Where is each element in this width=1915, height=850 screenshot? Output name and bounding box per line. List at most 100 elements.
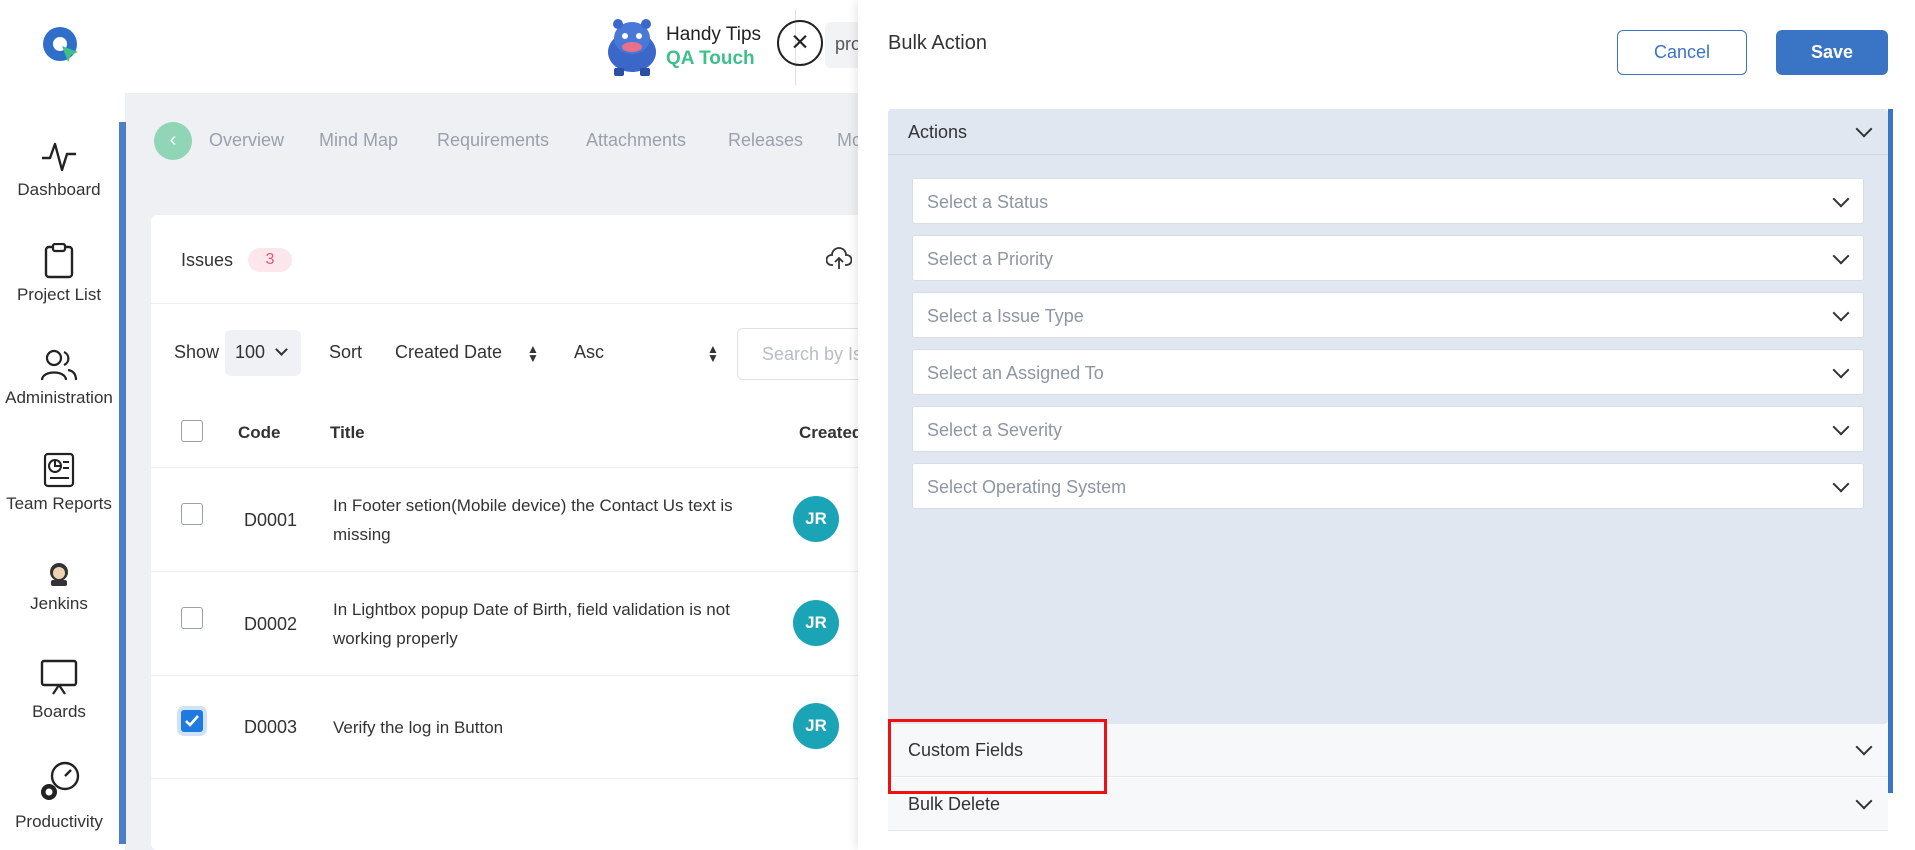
sidebar-item-label: Boards [32, 702, 86, 721]
issue-title[interactable]: In Lightbox popup Date of Birth, field v… [333, 595, 773, 653]
handy-tips-subtitle: QA Touch [666, 48, 755, 69]
page-size-value: 100 [235, 342, 266, 362]
column-header-code[interactable]: Code [238, 423, 281, 443]
issues-heading: Issues [181, 250, 234, 270]
divider [151, 778, 871, 779]
actions-section: Actions Select a Status Select a Priorit… [888, 109, 1888, 724]
tab-overview[interactable]: Overview [209, 130, 284, 151]
check-icon [185, 715, 199, 727]
save-button[interactable]: Save [1776, 30, 1888, 75]
tab-requirements[interactable]: Requirements [437, 130, 549, 151]
sidebar-item-productivity[interactable]: Productivity [0, 760, 118, 832]
row-checkbox-checked[interactable] [181, 710, 203, 732]
sidebar-item-project-list[interactable]: Project List [0, 243, 118, 305]
status-select[interactable]: Select a Status [912, 178, 1864, 224]
divider [151, 303, 871, 304]
chevron-down-icon [1832, 247, 1850, 265]
chevron-down-icon [1832, 475, 1850, 493]
sort-label: Sort [329, 342, 363, 362]
chevron-down-icon [1855, 120, 1873, 138]
highlight-box [888, 719, 1107, 794]
show-label: Show [174, 342, 220, 362]
column-header-title[interactable]: Title [330, 423, 365, 443]
chevron-down-icon [1832, 418, 1850, 436]
sort-order-select[interactable]: Asc [574, 342, 604, 363]
close-icon[interactable]: × [777, 20, 823, 66]
sidebar-active-accent [119, 122, 126, 844]
divider [151, 467, 871, 468]
back-chevron-icon[interactable]: ‹ [154, 122, 192, 160]
chevron-down-icon [1855, 738, 1873, 756]
sidebar-item-label: Productivity [15, 812, 103, 831]
assigned-to-select[interactable]: Select an Assigned To [912, 349, 1864, 395]
app-logo-icon[interactable] [40, 24, 82, 66]
issues-search-input[interactable]: Search by Is [737, 328, 871, 380]
divider [151, 571, 871, 572]
severity-select[interactable]: Select a Severity [912, 406, 1864, 452]
actions-label: Actions [908, 122, 968, 142]
issue-type-select-placeholder: Select a Issue Type [927, 306, 1084, 326]
report-icon [43, 452, 75, 488]
sidebar-item-administration[interactable]: Administration [0, 348, 118, 408]
sidebar-item-boards[interactable]: Boards [0, 658, 118, 722]
priority-select[interactable]: Select a Priority [912, 235, 1864, 281]
sort-updown-icon: ▲ ▼ [527, 342, 539, 365]
handy-tips[interactable]: Handy Tips QA Touch [600, 12, 770, 82]
sidebar-item-label: Team Reports [6, 494, 112, 513]
issue-title[interactable]: In Footer setion(Mobile device) the Cont… [333, 491, 773, 549]
assigned-to-select-placeholder: Select an Assigned To [927, 363, 1104, 383]
activity-icon [42, 142, 76, 172]
issue-code[interactable]: D0002 [244, 614, 297, 635]
upload-cloud-icon[interactable] [826, 245, 852, 271]
chevron-down-icon [1832, 304, 1850, 322]
priority-select-placeholder: Select a Priority [927, 249, 1054, 269]
issues-count-badge: 3 [248, 248, 292, 272]
sidebar-item-label: Jenkins [30, 594, 88, 613]
sort-updown-icon: ▲ ▼ [707, 342, 719, 365]
jenkins-icon [50, 563, 68, 586]
operating-system-select[interactable]: Select Operating System [912, 463, 1864, 509]
sidebar-item-team-reports[interactable]: Team Reports [0, 452, 118, 514]
divider [151, 675, 871, 676]
sidebar: Dashboard Project List Administration Te… [0, 0, 125, 850]
avatar: JR [793, 703, 839, 749]
sidebar-item-dashboard[interactable]: Dashboard [0, 140, 118, 200]
handy-tips-title: Handy Tips [666, 24, 762, 45]
issue-title[interactable]: Verify the log in Button [333, 713, 773, 742]
chevron-down-icon [1832, 190, 1850, 208]
sidebar-item-label: Dashboard [17, 180, 101, 199]
severity-select-placeholder: Select a Severity [927, 420, 1063, 440]
status-select-placeholder: Select a Status [927, 192, 1049, 212]
page-size-select[interactable]: 100 [225, 330, 301, 376]
issue-type-select[interactable]: Select a Issue Type [912, 292, 1864, 338]
sort-field-select[interactable]: Created Date [395, 342, 502, 363]
avatar: JR [793, 600, 839, 646]
row-checkbox[interactable] [181, 503, 203, 525]
chevron-down-icon [275, 343, 288, 356]
panel-scrollbar[interactable] [1888, 109, 1893, 793]
board-icon [40, 659, 78, 695]
tab-attachments[interactable]: Attachments [586, 130, 686, 151]
chevron-down-icon [1855, 792, 1873, 810]
cancel-button[interactable]: Cancel [1617, 30, 1747, 75]
select-all-checkbox[interactable] [181, 420, 203, 442]
operating-system-select-placeholder: Select Operating System [927, 477, 1127, 497]
issues-card: Issues 3 Show 100 Sort Created Date ▲ ▼ A… [151, 215, 871, 850]
sidebar-item-label: Project List [16, 285, 102, 304]
users-icon [40, 349, 78, 381]
row-checkbox[interactable] [181, 607, 203, 629]
panel-title: Bulk Action [888, 32, 987, 54]
sidebar-item-jenkins[interactable]: Jenkins [0, 560, 118, 614]
mascot-icon [608, 19, 656, 76]
avatar: JR [793, 496, 839, 542]
sidebar-item-label: Administration [5, 388, 113, 407]
issue-code[interactable]: D0003 [244, 717, 297, 738]
column-header-created[interactable]: Created [799, 423, 862, 443]
chevron-down-icon [1832, 361, 1850, 379]
tab-mind-map[interactable]: Mind Map [319, 130, 398, 151]
actions-header[interactable]: Actions [888, 109, 1888, 155]
issue-code[interactable]: D0001 [244, 510, 297, 531]
bulk-delete-label: Bulk Delete [908, 794, 1001, 814]
tab-releases[interactable]: Releases [728, 130, 803, 151]
productivity-icon [41, 761, 80, 800]
